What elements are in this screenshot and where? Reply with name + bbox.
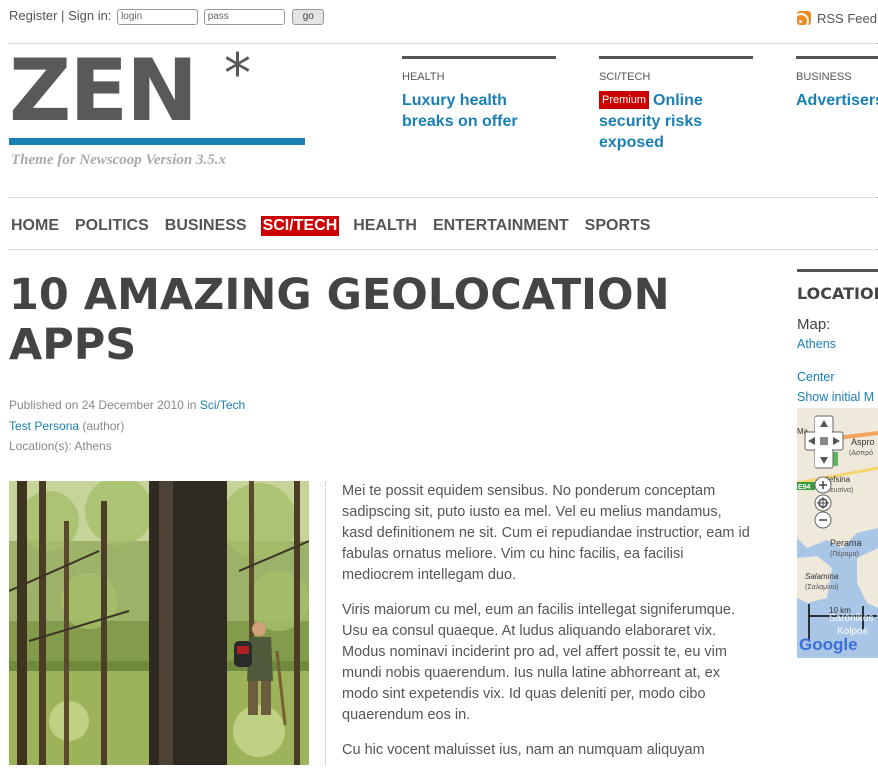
divider: [9, 197, 878, 198]
nav-sports[interactable]: SPORTS: [583, 216, 653, 236]
article-paragraph: Viris maiorum cu mel, eum an facilis int…: [342, 602, 736, 723]
star-icon: *: [224, 42, 251, 105]
nav-health[interactable]: HEALTH: [351, 216, 419, 236]
location-sidebar: LOCATION Map: Athens Center Show initial…: [797, 269, 878, 404]
teaser-category: SCI/TECH: [599, 71, 651, 83]
teaser-business: BUSINESS Advertisers online dem: [796, 56, 878, 111]
premium-badge: Premium: [599, 91, 650, 109]
map-place-link[interactable]: Athens: [797, 337, 878, 351]
locations-label: Location(s):: [9, 439, 72, 453]
column-divider: [325, 481, 326, 765]
logo-tagline: Theme for Newscoop Version 3.5.x: [11, 152, 226, 168]
map-label: (Πέραμα): [830, 550, 859, 558]
center-link[interactable]: Center: [797, 370, 878, 384]
sidebar-rule: [797, 269, 878, 272]
login-input[interactable]: [117, 8, 199, 25]
zoom-in-icon[interactable]: [814, 476, 832, 494]
register-link[interactable]: Register: [9, 8, 57, 23]
teaser-category: HEALTH: [402, 71, 445, 83]
teaser-category: BUSINESS: [796, 71, 852, 83]
map-label: Saronikos: [829, 613, 873, 624]
teaser-title-link[interactable]: Premium Online security risks exposed: [599, 90, 753, 153]
map-label: (Ασπρό: [849, 449, 873, 457]
locations-value: Athens: [74, 439, 112, 453]
site-logo[interactable]: ZEN * Theme for Newscoop Version 3.5.x: [9, 41, 305, 168]
rss-feed-link[interactable]: RSS Feed: [797, 11, 877, 26]
separator: |: [61, 8, 65, 23]
map-label: Map:: [797, 316, 831, 333]
logo-underline: [9, 138, 305, 145]
nav-politics[interactable]: POLITICS: [73, 216, 151, 236]
map-label: Aspro: [851, 437, 875, 447]
go-button[interactable]: go: [292, 8, 325, 25]
show-initial-link[interactable]: Show initial M: [797, 390, 878, 404]
article-title: 10 AMAZING GEOLOCATION APPS: [9, 270, 670, 370]
nav-entertainment[interactable]: ENTERTAINMENT: [431, 216, 571, 236]
article-meta: Published on 24 December 2010 in Sci/Tec…: [9, 395, 245, 457]
published-text: Published on 24 December 2010 in: [9, 398, 197, 412]
main-nav: HOME POLITICS BUSINESS SCI/TECH HEALTH E…: [9, 216, 652, 236]
nav-business[interactable]: BUSINESS: [163, 216, 249, 236]
teaser-title-link[interactable]: Luxury health breaks on offer: [402, 90, 556, 132]
logo-wordmark: ZEN: [9, 41, 198, 141]
teaser-title-link[interactable]: Advertisers online dem: [796, 90, 878, 111]
divider: [9, 249, 878, 250]
rss-label: RSS Feed: [817, 11, 877, 26]
top-bar: Register | Sign in: go: [9, 8, 325, 25]
signin-label: Sign in:: [68, 8, 112, 23]
teaser-scitech: SCI/TECH Premium Online security risks ex…: [599, 56, 753, 153]
password-input[interactable]: [203, 8, 285, 25]
map-label: Perama: [830, 538, 862, 548]
section-link[interactable]: Sci/Tech: [200, 398, 245, 412]
author-link[interactable]: Test Persona: [9, 419, 79, 433]
rss-icon: [797, 11, 811, 25]
article-paragraph: Mei te possit equidem sensibus. No ponde…: [342, 483, 750, 583]
article-photo: [9, 481, 309, 765]
article-paragraph: Cu hic vocent maluisset ius, nam an numq…: [342, 742, 705, 758]
zoom-out-icon[interactable]: [814, 511, 832, 529]
teaser-health: HEALTH Luxury health breaks on offer: [402, 56, 556, 132]
author-role: (author): [82, 418, 125, 433]
map-label: (Σαλαμίνα): [805, 583, 839, 591]
map-road-label: E94: [798, 484, 811, 491]
google-logo: Google: [799, 635, 858, 654]
map-label: Salamina: [805, 572, 839, 581]
pan-center-icon[interactable]: [820, 437, 828, 445]
nav-home[interactable]: HOME: [9, 216, 61, 236]
location-map[interactable]: E94 Ma Aspro (Ασπρό lefsina λευσίνα) Per…: [797, 408, 878, 658]
sidebar-heading: LOCATION: [797, 284, 878, 303]
recenter-icon[interactable]: [814, 494, 832, 512]
nav-scitech[interactable]: SCI/TECH: [260, 216, 340, 236]
article-body: Mei te possit equidem sensibus. No ponde…: [342, 481, 754, 775]
